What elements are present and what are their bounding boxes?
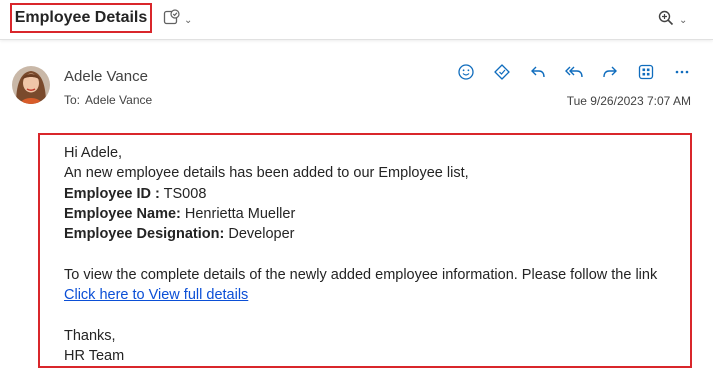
- message-body-highlight: Hi Adele, An new employee details has be…: [38, 133, 692, 368]
- employee-id-line: Employee ID : TS008: [64, 184, 657, 204]
- reply-button[interactable]: [526, 62, 550, 86]
- chevron-down-icon: ⌄: [679, 15, 688, 26]
- apps-icon: [637, 63, 655, 86]
- employee-name-label: Employee Name:: [64, 205, 181, 222]
- more-icon: [673, 63, 691, 86]
- sticker-icon: [493, 63, 511, 86]
- signature-line: HR Team: [64, 347, 125, 364]
- message-header-bar: Employee Details ⌄ ⌄: [0, 0, 713, 40]
- instruction-line: To view the complete details of the newl…: [64, 266, 658, 283]
- sticker-button[interactable]: [490, 62, 514, 86]
- subject-highlight: Employee Details: [10, 3, 152, 33]
- status-button[interactable]: ⌄: [162, 9, 192, 32]
- emoji-icon: [457, 63, 475, 86]
- to-label: To:: [64, 93, 81, 107]
- zoom-button[interactable]: ⌄: [657, 9, 687, 32]
- greeting: Hi Adele,: [64, 145, 123, 161]
- employee-designation-label: Employee Designation:: [64, 226, 225, 243]
- sender-name[interactable]: Adele Vance: [64, 68, 148, 85]
- avatar[interactable]: [12, 66, 50, 104]
- check-clipboard-icon: [162, 9, 180, 32]
- employee-name-line: Employee Name: Henrietta Mueller: [64, 204, 657, 224]
- forward-button[interactable]: [598, 62, 622, 86]
- intro-line: An new employee details has been added t…: [64, 165, 469, 182]
- recipient-name[interactable]: Adele Vance: [85, 93, 152, 107]
- reply-icon: [529, 63, 547, 86]
- details-link-line: Click here to View full details: [64, 285, 657, 305]
- employee-id-label: Employee ID :: [64, 185, 160, 202]
- apps-button[interactable]: [634, 62, 658, 86]
- more-options-button[interactable]: [670, 62, 694, 86]
- message-subject: Employee Details: [14, 9, 148, 26]
- message-body: Hi Adele, An new employee details has be…: [64, 143, 657, 366]
- message-date: Tue 9/26/2023 7:07 AM: [566, 94, 691, 108]
- forward-icon: [601, 63, 619, 86]
- reply-all-icon: [564, 63, 584, 86]
- view-details-link[interactable]: Click here to View full details: [64, 287, 248, 303]
- closing-line: Thanks,: [64, 327, 116, 344]
- employee-designation-line: Employee Designation: Developer: [64, 224, 657, 244]
- emoji-button[interactable]: [454, 62, 478, 86]
- recipient-line: To: Adele Vance: [64, 93, 157, 107]
- employee-designation-value: Developer: [224, 226, 295, 243]
- reply-all-button[interactable]: [562, 62, 586, 86]
- employee-name-value: Henrietta Mueller: [180, 205, 296, 222]
- chevron-down-icon: ⌄: [184, 15, 193, 26]
- employee-id-value: TS008: [159, 185, 207, 202]
- zoom-in-icon: [657, 9, 675, 32]
